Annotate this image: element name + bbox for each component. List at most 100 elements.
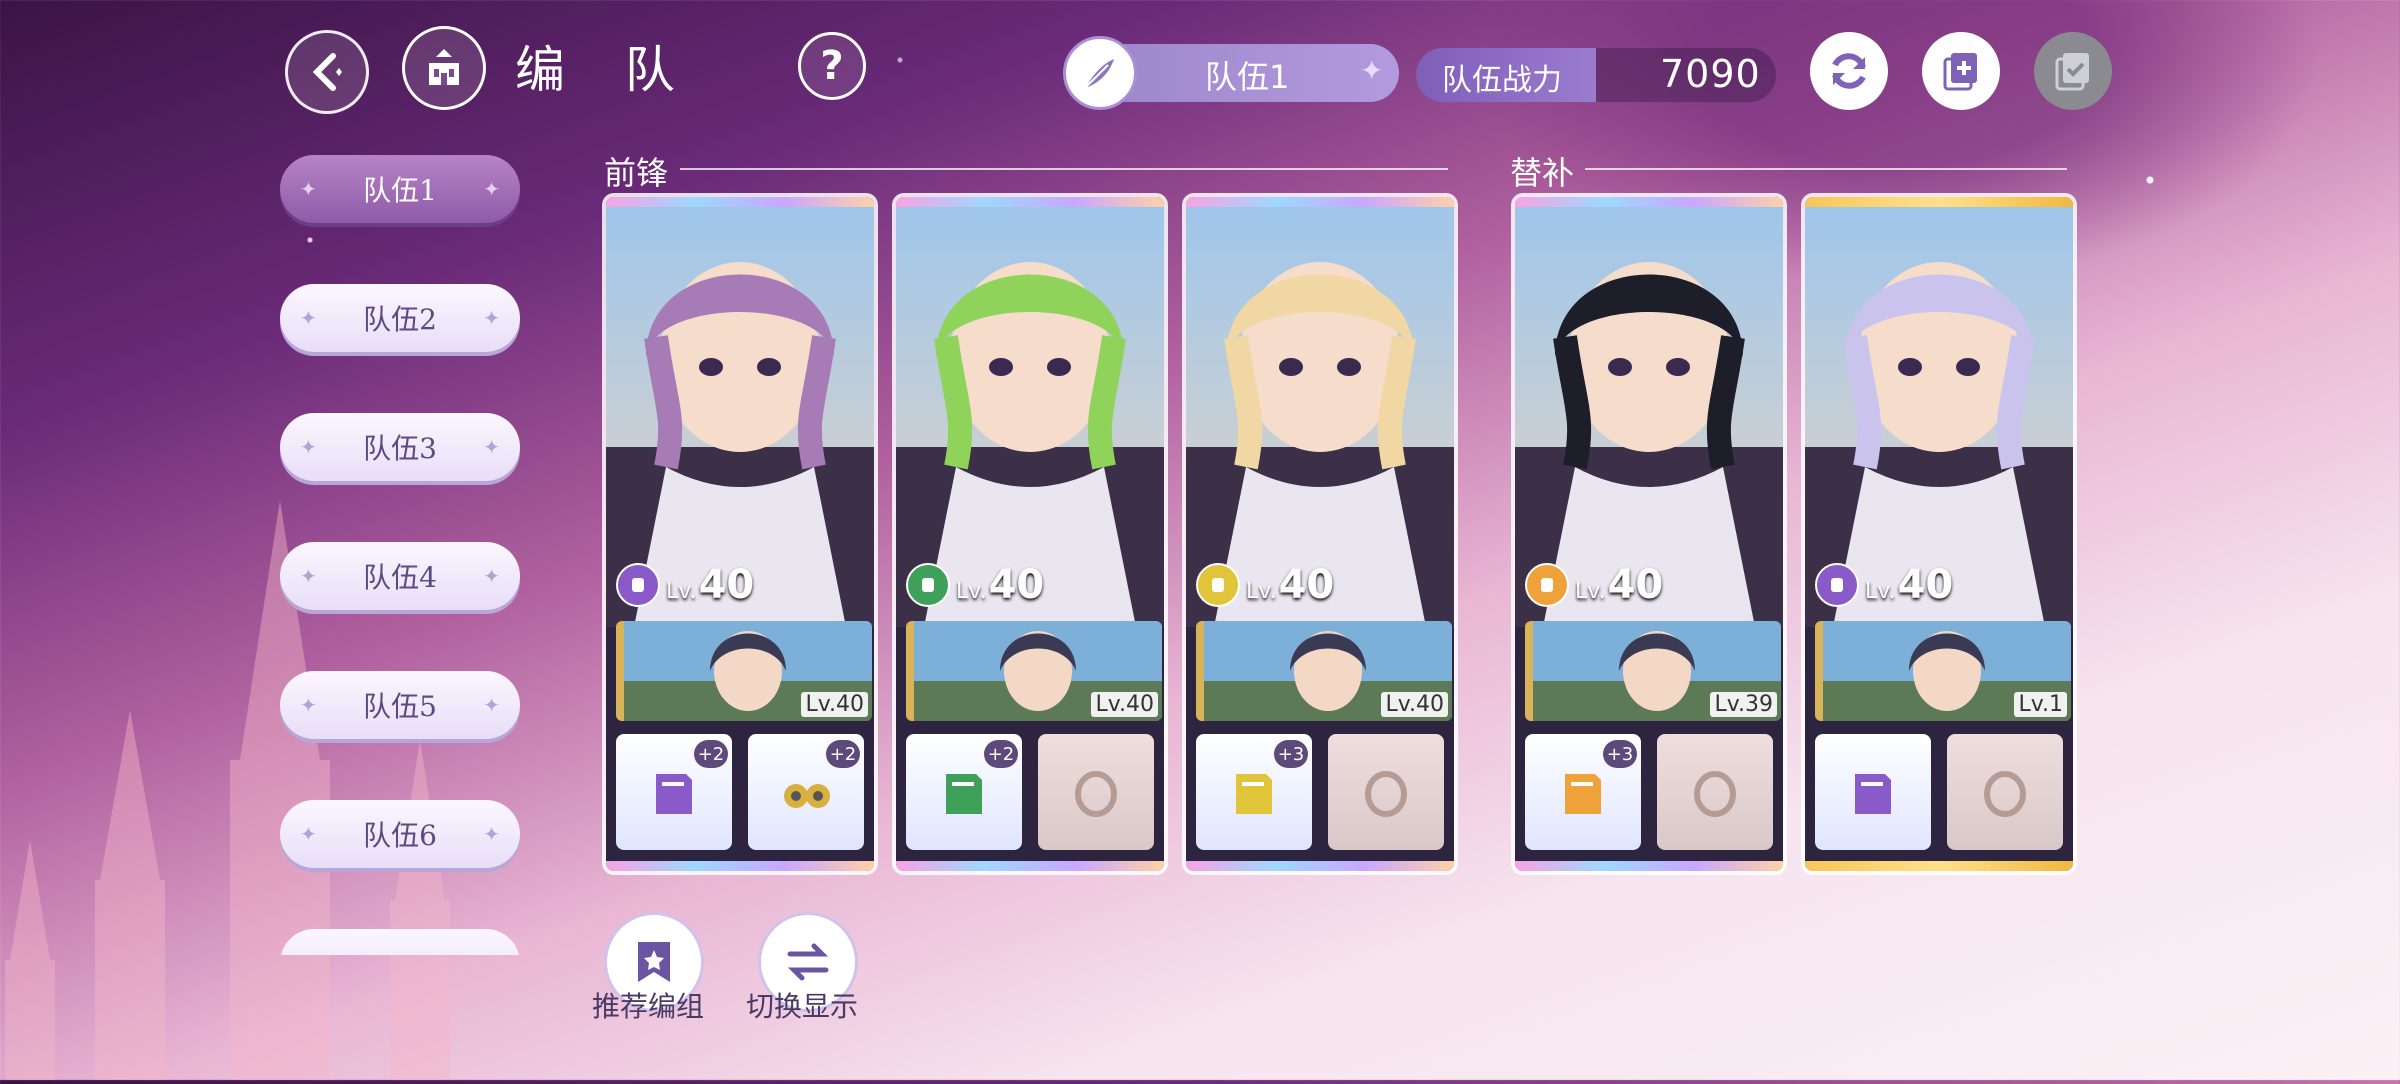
sparkle-icon: ✦ <box>300 306 317 330</box>
feather-icon <box>1085 59 1114 88</box>
sidebar-tab-team2[interactable]: ✦ 队伍2 ✦ <box>280 284 520 352</box>
sparkle-icon: ✦ <box>300 693 317 717</box>
equipment-item-icon <box>946 774 982 814</box>
equipment-item-icon <box>656 774 692 814</box>
equipment-slot[interactable]: +3 <box>1196 734 1312 850</box>
equip-bonus-badge: +2 <box>694 740 728 768</box>
card-frame-top <box>896 197 1164 207</box>
home-button[interactable] <box>402 26 486 110</box>
sidebar-tab-team4[interactable]: ✦ 队伍4 ✦ <box>280 542 520 610</box>
character-card[interactable]: Lv.40 Lv.40 +2 +2 <box>606 197 874 871</box>
character-level: Lv.40 <box>1246 562 1335 608</box>
copy-add-icon <box>1943 53 1977 91</box>
equip-bonus-badge: +2 <box>984 740 1018 768</box>
support-card[interactable]: Lv.40 <box>616 621 872 721</box>
tab-label: 队伍3 <box>363 432 437 465</box>
sparkle-icon: ✦ <box>300 822 317 846</box>
section-divider <box>680 168 1448 170</box>
level-row: Lv.40 <box>1815 562 1953 608</box>
equipment-slot[interactable] <box>1038 734 1154 850</box>
sparkle-icon: ✦ <box>483 564 500 588</box>
support-card[interactable]: Lv.40 <box>906 621 1162 721</box>
element-icon <box>1815 563 1859 607</box>
element-icon <box>1525 563 1569 607</box>
support-level: Lv.39 <box>1710 692 1777 717</box>
card-frame-bottom <box>1805 861 2073 871</box>
sidebar-tab-team5[interactable]: ✦ 队伍5 ✦ <box>280 671 520 739</box>
equipment-slot[interactable] <box>1657 734 1773 850</box>
level-row: Lv.40 <box>906 562 1044 608</box>
support-card[interactable]: Lv.1 <box>1815 621 2071 721</box>
support-level: Lv.40 <box>1091 692 1158 717</box>
sidebar-tab-team6[interactable]: ✦ 队伍6 ✦ <box>280 800 520 868</box>
ring-slot-icon <box>1984 771 2026 817</box>
character-card[interactable]: Lv.40 Lv.40 +2 <box>896 197 1164 871</box>
equipment-slot[interactable]: +2 <box>748 734 864 850</box>
refresh-icon <box>1832 53 1866 89</box>
character-card[interactable]: Lv.40 Lv.39 +3 <box>1515 197 1783 871</box>
swap-arrows-icon <box>787 943 829 981</box>
character-level: Lv.40 <box>1575 562 1664 608</box>
ring-slot-icon <box>1075 771 1117 817</box>
character-card[interactable]: Lv.40 Lv.1 <box>1805 197 2073 871</box>
sparkle-icon: ✦ <box>483 693 500 717</box>
character-card[interactable]: Lv.40 Lv.40 +3 <box>1186 197 1454 871</box>
refresh-button[interactable] <box>1810 32 1888 110</box>
element-icon <box>906 563 950 607</box>
team-sidebar[interactable]: ✦ 队伍1 ✦ ✦ 队伍2 ✦ ✦ 队伍3 ✦ ✦ 队伍4 ✦ ✦ 队伍5 ✦ … <box>280 155 525 955</box>
help-button[interactable]: ? <box>798 32 866 100</box>
card-frame-bottom <box>1186 861 1454 871</box>
bookmark-star-icon <box>638 942 670 982</box>
support-card[interactable]: Lv.39 <box>1525 621 1781 721</box>
feather-button[interactable] <box>1063 36 1137 110</box>
section-title-bench: 替补 <box>1510 154 1575 192</box>
sparkle-icon: ✦ <box>483 435 500 459</box>
sparkle-icon: ✦ <box>300 177 317 201</box>
tab-label: 队伍6 <box>363 819 437 852</box>
character-level: Lv.40 <box>956 562 1045 608</box>
card-frame-top <box>1186 197 1454 207</box>
ring-slot-icon <box>1694 771 1736 817</box>
support-card[interactable]: Lv.40 <box>1196 621 1452 721</box>
equipment-slot[interactable]: +2 <box>616 734 732 850</box>
sparkle-icon: ✦ <box>483 822 500 846</box>
section-title-front: 前锋 <box>604 154 669 192</box>
copy-team-button[interactable] <box>1922 32 2000 110</box>
equipment-slot[interactable] <box>1328 734 1444 850</box>
equipment-item-icon <box>1236 774 1272 814</box>
level-row: Lv.40 <box>1196 562 1334 608</box>
character-level: Lv.40 <box>1865 562 1954 608</box>
equipment-slot[interactable] <box>1815 734 1931 850</box>
sparkle-icon: ✦ <box>300 435 317 459</box>
recommend-team-label: 推荐编组 <box>592 990 705 1023</box>
character-level: Lv.40 <box>666 562 755 608</box>
sidebar-tab-partial[interactable] <box>280 929 520 955</box>
equipment-slot[interactable]: +2 <box>906 734 1022 850</box>
help-icon: ? <box>820 43 844 89</box>
card-frame-top <box>1515 197 1783 207</box>
tab-label: 队伍2 <box>363 303 437 336</box>
support-level: Lv.40 <box>1381 692 1448 717</box>
tab-label: 队伍4 <box>363 561 437 594</box>
castle-icon <box>429 49 459 85</box>
section-divider <box>1585 168 2067 170</box>
level-row: Lv.40 <box>616 562 754 608</box>
equipment-item-icon <box>1855 774 1891 814</box>
sparkle-icon: ✦ <box>1360 54 1384 87</box>
tab-label: 队伍5 <box>363 690 437 723</box>
card-frame-top <box>1805 197 2073 207</box>
sidebar-tab-team1[interactable]: ✦ 队伍1 ✦ <box>280 155 520 223</box>
equipment-slot[interactable] <box>1947 734 2063 850</box>
back-button[interactable] <box>285 30 369 114</box>
team-power-label: 队伍战力 <box>1442 63 1562 98</box>
equip-bonus-badge: +2 <box>826 740 860 768</box>
switch-view-label: 切换显示 <box>746 990 859 1023</box>
level-row: Lv.40 <box>1525 562 1663 608</box>
confirm-button[interactable] <box>2034 32 2112 110</box>
ring-slot-icon <box>1365 771 1407 817</box>
sparkle-icon: ✦ <box>483 177 500 201</box>
sidebar-tab-team3[interactable]: ✦ 队伍3 ✦ <box>280 413 520 481</box>
equipment-slot[interactable]: +3 <box>1525 734 1641 850</box>
team-power-value: 7090 <box>1660 52 1761 96</box>
back-arrow-icon <box>312 53 342 91</box>
